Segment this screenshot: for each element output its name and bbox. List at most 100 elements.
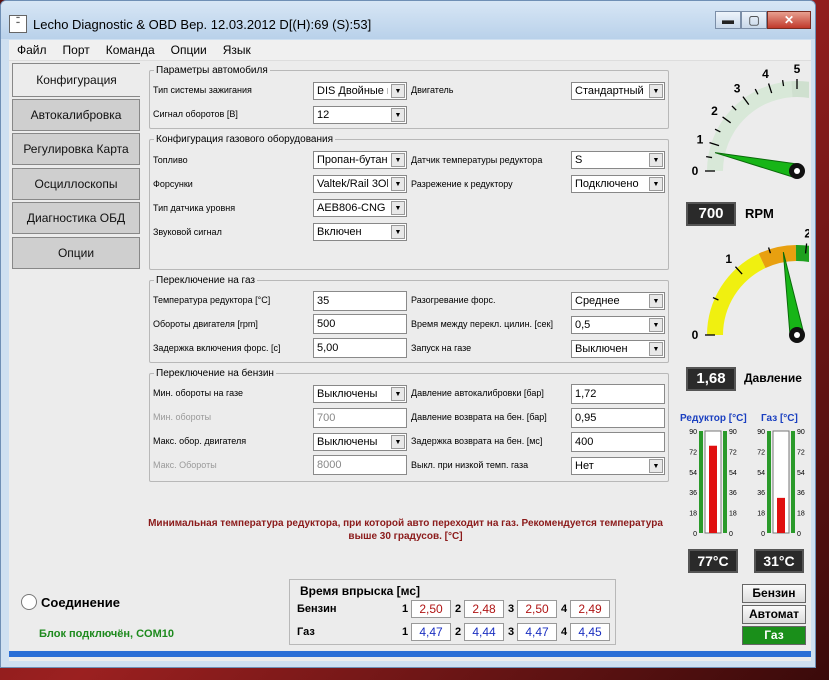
sidebar-item-autocalibration[interactable]: Автокалибровка	[12, 99, 140, 131]
thermo-scale-label: 72	[689, 449, 697, 456]
gas-config-legend: Конфигурация газового оборудования	[156, 134, 333, 145]
chevron-down-icon: ▼	[649, 294, 663, 308]
ignition-select[interactable]: DIS Двойные к ▼	[313, 82, 407, 100]
rpm-signal-select[interactable]: 12 ▼	[313, 106, 407, 124]
chevron-down-icon: ▼	[391, 201, 405, 215]
gauge-hub-center	[794, 168, 800, 174]
sidebar-item-configuration[interactable]: Конфигурация	[12, 63, 140, 97]
autocal-pressure-input[interactable]: 1,72	[571, 384, 665, 404]
thermo-scale-label: 72	[757, 449, 765, 456]
level-sensor-select[interactable]: AEB806-CNG ▼	[313, 199, 407, 217]
sidebar-item-obd-diagnostics[interactable]: Диагностика ОБД	[12, 202, 140, 234]
thermo-scale-label: 36	[729, 490, 737, 497]
thermo-side-left	[699, 431, 703, 533]
client-area: Конфигурация Автокалибровка Регулировка …	[9, 61, 811, 661]
engine-rpm-label: Обороты двигателя [rpm]	[153, 319, 258, 329]
menu-command[interactable]: Команда	[98, 43, 163, 57]
vacuum-select[interactable]: Подключено ▼	[571, 175, 665, 193]
connection-status: Блок подключён, COM10	[39, 628, 174, 640]
chevron-down-icon: ▼	[391, 387, 405, 401]
return-pressure-input[interactable]: 0,95	[571, 408, 665, 428]
reducer-temp-input[interactable]: 35	[313, 291, 407, 311]
thermo-scale-label: 54	[729, 470, 737, 477]
menu-file[interactable]: Файл	[9, 43, 55, 57]
gauge-tick-label: 5	[794, 63, 801, 76]
return-pressure-label: Давление возврата на бен. [бар]	[411, 412, 547, 422]
mode-petrol-button[interactable]: Бензин	[742, 584, 806, 603]
sidebar-item-oscilloscopes[interactable]: Осциллоскопы	[12, 168, 140, 200]
cyl-time-select[interactable]: 0,5 ▼	[571, 316, 665, 334]
thermo-scale-label: 0	[729, 531, 733, 538]
reducer-thermometer: 90 90 72 72 54 54 36 36 18 18 0 0	[689, 429, 737, 538]
fuel-label: Топливо	[153, 155, 188, 165]
gauge-tick-label: 0	[692, 164, 699, 178]
app-icon: ▪▪ ▪▪	[9, 15, 27, 33]
thermo-side-right	[723, 431, 727, 533]
thermo-scale-label: 72	[797, 449, 805, 456]
connection-radio[interactable]	[21, 594, 37, 610]
min-rpm-label: Мин. обороты	[153, 412, 212, 422]
min-rpm-input: 700	[313, 408, 407, 428]
thermo-scale-label: 90	[797, 429, 805, 436]
app-window: ▪▪ ▪▪ Lecho Diagnostic & OBD Вер. 12.03.2…	[0, 0, 816, 668]
gas-cyl-number: 2	[455, 626, 462, 638]
thermo-scale-label: 90	[689, 429, 697, 436]
maximize-button[interactable]: ▢	[741, 11, 767, 29]
injectors-select[interactable]: Valtek/Rail 3Oh ▼	[313, 175, 407, 193]
reducer-sensor-select[interactable]: S ▼	[571, 151, 665, 169]
gauge-tick-label: 4	[762, 67, 769, 81]
thermo-scale-label: 36	[757, 490, 765, 497]
delay-input[interactable]: 5,00	[313, 338, 407, 358]
thermo-fill	[777, 497, 785, 533]
switch-petrol-legend: Переключение на бензин	[156, 368, 274, 379]
low-temp-off-select[interactable]: Нет ▼	[571, 457, 665, 475]
thermo-scale-label: 54	[797, 470, 805, 477]
engine-rpm-input[interactable]: 500	[313, 314, 407, 334]
chevron-down-icon: ▼	[391, 153, 405, 167]
reducer-sensor-label: Датчик температуры редуктора	[411, 155, 543, 165]
buzzer-select[interactable]: Включен ▼	[313, 223, 407, 241]
menu-options[interactable]: Опции	[163, 43, 215, 57]
thermo-side-left	[767, 431, 771, 533]
fuel-select[interactable]: Пропан-бутан ▼	[313, 151, 407, 169]
sidebar-item-map-tuning[interactable]: Регулировка Карта	[12, 133, 140, 165]
gas-injection-value: 4,45	[570, 623, 610, 641]
chevron-down-icon: ▼	[391, 177, 405, 191]
thermo-scale-label: 18	[797, 511, 805, 518]
gas-cyl-number: 3	[508, 626, 515, 638]
engine-select[interactable]: Стандартный ▼	[571, 82, 665, 100]
gauge-needle	[714, 152, 800, 179]
minimize-button[interactable]: ▬	[715, 11, 741, 29]
warmup-select[interactable]: Среднее ▼	[571, 292, 665, 310]
thermo-scale-label: 54	[689, 470, 697, 477]
menu-language[interactable]: Язык	[215, 43, 259, 57]
min-rpm-gas-label: Мин. обороты на газе	[153, 388, 244, 398]
return-delay-input[interactable]: 400	[571, 432, 665, 452]
max-rpm-engine-label: Макс. обор. двигателя	[153, 436, 247, 446]
gas-temp-display: 31°C	[754, 549, 804, 573]
sidebar-item-options[interactable]: Опции	[12, 237, 140, 269]
chevron-down-icon: ▼	[649, 318, 663, 332]
max-rpm-engine-select[interactable]: Выключены ▼	[313, 433, 407, 451]
gauge-tick-label: 3	[734, 81, 741, 95]
gas-thermometer: 90 90 72 72 54 54 36 36 18 18 0 0	[757, 429, 805, 538]
min-rpm-gas-select[interactable]: Выключены ▼	[313, 385, 407, 403]
rpm-signal-label: Сигнал оборотов [В]	[153, 109, 238, 119]
thermo-scale-label: 90	[757, 429, 765, 436]
close-button[interactable]: ✕	[767, 11, 811, 29]
chevron-down-icon: ▼	[391, 108, 405, 122]
rpm-value-display: 700	[686, 202, 736, 226]
gas-start-select[interactable]: Выключен ▼	[571, 340, 665, 358]
injection-time-panel: Время впрыска [мс] Бензин Газ 1 2,50 2 2…	[289, 579, 616, 645]
mode-gas-button[interactable]: Газ	[742, 626, 806, 645]
vacuum-label: Разрежение к редуктору	[411, 179, 513, 189]
gauge-tick-label: 2	[804, 227, 809, 241]
chevron-down-icon: ▼	[649, 459, 663, 473]
connection-toggle[interactable]: Соединение	[21, 594, 120, 610]
gauge-tick-label: 2	[711, 104, 718, 118]
injection-petrol-label: Бензин	[297, 603, 337, 615]
menu-port[interactable]: Порт	[55, 43, 98, 57]
title-bar: ▪▪ ▪▪ Lecho Diagnostic & OBD Вер. 12.03.2…	[1, 1, 815, 39]
mode-auto-button[interactable]: Автомат	[742, 605, 806, 624]
delay-label: Задержка включения форс. [c]	[153, 343, 281, 353]
